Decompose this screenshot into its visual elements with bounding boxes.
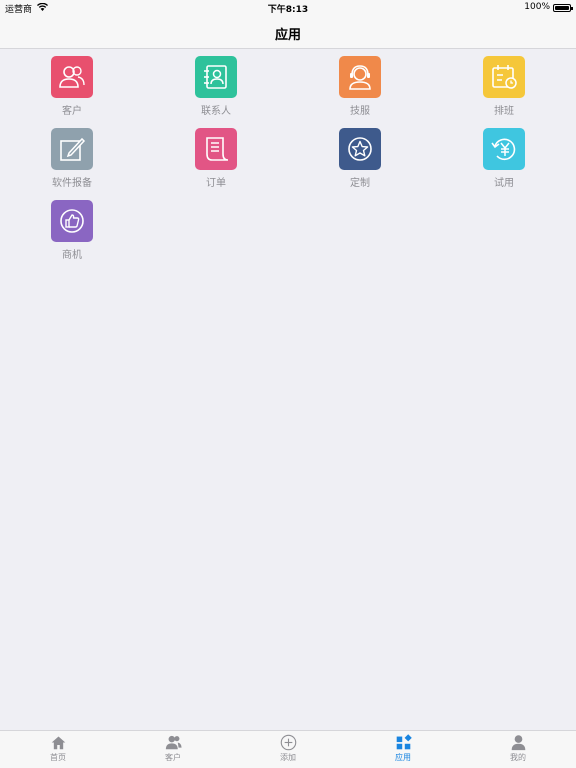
app-label: 联系人 [201,106,231,117]
app-orders[interactable]: 订单 [166,128,266,189]
tab-apps[interactable]: 应用 [373,734,433,763]
app-customers[interactable]: 客户 [22,56,122,117]
support-headset-icon [349,65,371,90]
tab-label: 首页 [50,753,66,762]
app-label: 技服 [350,106,370,117]
app-label: 订单 [206,178,226,189]
add-circle-icon [280,734,296,751]
app-customization[interactable]: 定制 [310,128,410,189]
home-icon [51,736,65,750]
contacts-tile[interactable] [195,56,237,98]
customization-tile[interactable] [339,128,381,170]
app-label: 试用 [494,178,514,189]
battery-percentage: 100% [524,2,550,12]
trial-tile[interactable] [483,128,525,170]
app-schedule[interactable]: 排班 [454,56,554,117]
tab-bar: 首页 客户 添加 应用 我的 [0,730,576,768]
schedule-calendar-icon [492,65,517,89]
app-label: 定制 [350,178,370,189]
app-label: 商机 [62,250,82,261]
opportunities-tile[interactable] [51,200,93,242]
clock: 下午8:13 [267,5,309,15]
tab-add[interactable]: 添加 [258,734,318,763]
app-tech-support[interactable]: 技服 [310,56,410,117]
order-receipt-icon [206,137,229,161]
star-badge-icon [348,137,372,161]
contacts-icon [204,65,227,89]
tab-label: 客户 [165,753,181,762]
tab-home[interactable]: 首页 [28,734,88,763]
thumbs-up-icon [60,209,84,233]
orders-tile[interactable] [195,128,237,170]
app-software-report[interactable]: 软件报备 [22,128,122,189]
tech-support-tile[interactable] [339,56,381,98]
trial-yuan-icon [491,138,516,161]
tab-profile[interactable]: 我的 [488,734,548,763]
navigation-bar: 应用 [0,16,576,49]
status-bar: 运营商 下午8:13 100% [0,0,576,16]
profile-icon [511,735,525,751]
page-title: 应用 [274,28,301,43]
apps-grid-icon [396,734,412,750]
schedule-tile[interactable] [483,56,525,98]
tab-label: 应用 [395,753,411,762]
tab-label: 添加 [280,753,296,762]
tab-label: 我的 [510,753,526,762]
app-opportunities[interactable]: 商机 [22,200,122,261]
software-report-tile[interactable] [51,128,93,170]
customers-icon [165,735,182,750]
app-label: 客户 [62,106,82,117]
app-trial[interactable]: 试用 [454,128,554,189]
tab-customers[interactable]: 客户 [143,734,203,763]
app-contacts[interactable]: 联系人 [166,56,266,117]
customers-icon [59,66,85,88]
app-label: 排班 [494,106,514,117]
customers-tile[interactable] [51,56,93,98]
edit-report-icon [60,137,86,161]
battery-icon [553,4,573,12]
app-label: 软件报备 [52,178,92,189]
